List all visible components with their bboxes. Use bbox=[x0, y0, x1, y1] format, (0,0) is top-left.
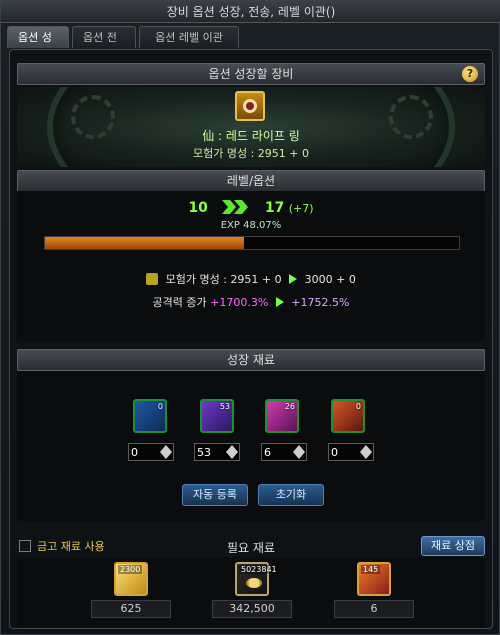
level-to: 17 bbox=[264, 200, 285, 216]
equipment-header-label: 옵션 성장할 장비 bbox=[208, 67, 294, 81]
material-count-badge: 0 bbox=[157, 402, 163, 411]
material-quantity-stepper bbox=[328, 443, 374, 461]
required-badge: 5023841 bbox=[239, 565, 279, 574]
exp-progress-bar bbox=[44, 236, 460, 250]
equipment-slot[interactable] bbox=[235, 91, 265, 121]
attack-stat-to: +1752.5% bbox=[291, 296, 350, 309]
material-quantity-stepper bbox=[194, 443, 240, 461]
material-quantity-input[interactable] bbox=[131, 445, 159, 459]
material-quantity-input[interactable] bbox=[197, 445, 225, 459]
increment-arrow-icon[interactable] bbox=[360, 445, 372, 452]
fire-material-icon: 145 bbox=[357, 562, 391, 596]
help-icon[interactable]: ? bbox=[462, 66, 478, 82]
material-quantity-stepper bbox=[261, 443, 307, 461]
arrow-right-icon bbox=[289, 274, 298, 284]
required-badge: 145 bbox=[361, 565, 381, 574]
tab-option-level-transfer[interactable]: 옵션 레벨 이관 bbox=[139, 26, 239, 48]
tab-option-growth[interactable]: 옵션 성장 bbox=[7, 26, 69, 65]
arrow-right-icon bbox=[275, 297, 284, 307]
materials-box bbox=[17, 371, 485, 521]
pink-material-icon[interactable]: 26 bbox=[265, 399, 299, 433]
reset-button[interactable]: 초기화 bbox=[258, 484, 324, 506]
material-count-badge: 53 bbox=[219, 402, 230, 411]
auto-register-button[interactable]: 자동 등록 bbox=[182, 484, 248, 506]
required-value: 6 bbox=[334, 600, 414, 618]
ring-item-icon bbox=[243, 99, 257, 113]
window-title: 장비 옵션 성장, 전송, 레벨 이관() bbox=[1, 1, 500, 23]
fame-stat-from: 2951 + 0 bbox=[230, 273, 282, 286]
material-quantity-input[interactable] bbox=[331, 445, 359, 459]
gold-crystal-icon: 2300 bbox=[114, 562, 148, 596]
materials-header: 성장 재료 bbox=[17, 349, 485, 371]
tab-option-transfer[interactable]: 옵션 전송 bbox=[72, 26, 136, 65]
required-value: 342,500 bbox=[212, 600, 292, 618]
double-chevron-icon bbox=[222, 200, 249, 214]
attack-stat-prefix: 공격력 증가 bbox=[152, 296, 211, 309]
increment-arrow-icon[interactable] bbox=[160, 445, 172, 452]
orange-material-icon[interactable]: 0 bbox=[331, 399, 365, 433]
increment-arrow-icon[interactable] bbox=[226, 445, 238, 452]
exp-text: EXP 48.07% bbox=[220, 220, 282, 231]
material-shop-button[interactable]: 재료 상점 bbox=[421, 536, 485, 556]
decrement-arrow-icon[interactable] bbox=[160, 452, 172, 459]
level-header-label: 레벨/옵션 bbox=[226, 174, 276, 188]
decrement-arrow-icon[interactable] bbox=[226, 452, 238, 459]
fame-stat-prefix: 모험가 명성 : bbox=[165, 273, 231, 286]
material-count-badge: 0 bbox=[355, 402, 361, 411]
material-quantity-input[interactable] bbox=[264, 445, 292, 459]
material-count-badge: 26 bbox=[284, 402, 295, 411]
coins-shape bbox=[246, 578, 262, 588]
gold-coins-icon: 5023841 bbox=[235, 562, 279, 596]
exp-progress-fill bbox=[45, 237, 244, 249]
attack-stat-from: +1700.3% bbox=[210, 296, 269, 309]
materials-header-label: 성장 재료 bbox=[227, 353, 275, 367]
purple-material-icon[interactable]: 53 bbox=[200, 399, 234, 433]
required-value: 625 bbox=[91, 600, 171, 618]
fame-icon bbox=[146, 273, 159, 285]
game-window: 장비 옵션 성장, 전송, 레벨 이관() 옵션 성장 옵션 전송 옵션 레벨 … bbox=[0, 0, 500, 635]
level-bonus: (+7) bbox=[288, 202, 314, 215]
material-quantity-stepper bbox=[128, 443, 174, 461]
fame-stat-row: 모험가 명성 : 2951 + 0 3000 + 0 bbox=[1, 271, 500, 287]
level-change: 10 17 (+7) bbox=[1, 200, 500, 216]
equipment-name: 仙 : 레드 라이프 링 bbox=[202, 129, 300, 143]
blue-material-icon[interactable]: 0 bbox=[133, 399, 167, 433]
level-from: 10 bbox=[188, 200, 208, 216]
decrement-arrow-icon[interactable] bbox=[360, 452, 372, 459]
equipment-fame: 모험가 명성 : 2951 + 0 bbox=[193, 147, 309, 160]
tab-bar: 옵션 성장 옵션 전송 옵션 레벨 이관 bbox=[7, 26, 239, 65]
required-badge: 2300 bbox=[118, 565, 143, 574]
level-header: 레벨/옵션 bbox=[17, 170, 485, 192]
attack-stat-row: 공격력 증가 +1700.3% +1752.5% bbox=[1, 294, 500, 310]
fame-stat-to: 3000 + 0 bbox=[304, 273, 356, 286]
increment-arrow-icon[interactable] bbox=[293, 445, 305, 452]
decrement-arrow-icon[interactable] bbox=[293, 452, 305, 459]
equipment-header: 옵션 성장할 장비 ? bbox=[17, 63, 485, 85]
